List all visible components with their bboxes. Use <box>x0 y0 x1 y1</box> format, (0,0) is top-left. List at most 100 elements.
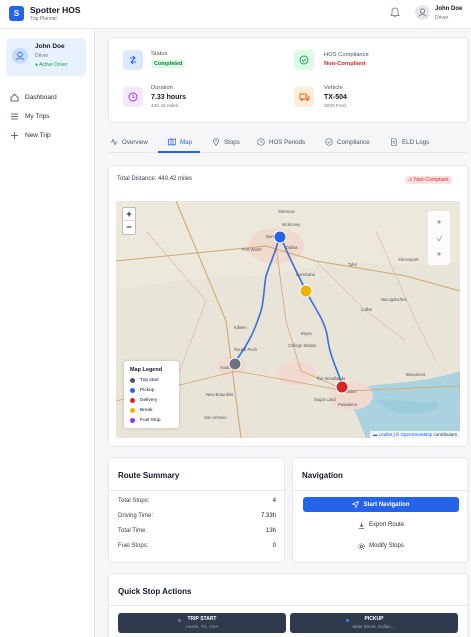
sidebar-item-label: New Trip <box>25 132 51 139</box>
document-icon <box>391 138 397 146</box>
total-distance: Total Distance: 440.42 miles <box>117 176 193 182</box>
legend-label: Pickup <box>140 388 155 393</box>
pickup-marker[interactable] <box>273 230 287 244</box>
attribution-tail: contributors <box>432 432 457 437</box>
legend-label: Delivery <box>140 398 158 403</box>
map-city-label: Beaumont <box>406 372 426 377</box>
sidebar-user-role: Driver <box>35 53 49 59</box>
status-badge: ● Active Driver <box>35 62 68 68</box>
truck-icon <box>299 93 309 101</box>
map-city-label: Corsicana <box>296 272 316 277</box>
button-label: Start Navigation <box>363 501 410 508</box>
row-value: 13h <box>265 528 276 534</box>
sidebar-item-dashboard[interactable]: Dashboard <box>10 93 57 102</box>
row-value: 0 <box>272 543 276 549</box>
map-city-label: The Woodlands <box>316 376 345 381</box>
row-label: Total Stops: <box>118 498 150 504</box>
tab-label: Stops <box>224 138 240 146</box>
legend-dot <box>130 388 135 393</box>
divider <box>109 490 286 491</box>
legend-dot <box>130 378 135 383</box>
notification-bell-icon[interactable] <box>390 7 400 18</box>
row-value: 7.33h <box>260 513 276 519</box>
map-city-label: Pasadena <box>338 402 358 407</box>
plus-icon <box>11 132 18 139</box>
check-circle-icon <box>325 138 333 146</box>
legend-dot <box>130 398 135 403</box>
map-city-label: Nacogdoches <box>381 297 407 302</box>
delivery-marker[interactable] <box>335 380 349 394</box>
button-label: Modify Stops <box>369 543 404 549</box>
user-icon <box>418 8 427 17</box>
avatar[interactable] <box>415 5 430 20</box>
route-map[interactable]: Denton McKinney Fort Worth Dallas Corsic… <box>116 201 460 438</box>
duration-value: 7.33 hours <box>151 94 187 101</box>
sidebar-user-name: John Doe <box>35 43 65 50</box>
tab-hos-periods[interactable]: HOS Periods <box>257 138 305 146</box>
legend-item-break: Break <box>130 408 153 413</box>
map-icon <box>168 138 176 146</box>
trip-start-marker[interactable] <box>228 357 242 371</box>
navigation-card: Navigation Start Navigation Export Route… <box>292 457 469 563</box>
map-attribution: ▬ Leaflet | © OpenStreetMap contributors <box>369 431 460 438</box>
tab-overview[interactable]: Overview <box>110 138 148 146</box>
legend-dot <box>130 418 135 423</box>
app-subtitle: Trip Planner <box>30 16 58 22</box>
legend-title: Map Legend <box>130 367 163 373</box>
tab-stops[interactable]: Stops <box>212 138 240 146</box>
quick-action-trip-start[interactable]: TRIP START Austin, TX, USA <box>118 613 286 633</box>
map-city-label: Round Rock <box>234 347 258 352</box>
row-value: 4 <box>272 498 276 504</box>
zoom-control: + − <box>122 207 136 235</box>
status-badge: Completed <box>151 60 186 68</box>
start-navigation-button[interactable]: Start Navigation <box>303 497 459 512</box>
active-tab-indicator <box>158 151 200 153</box>
status-label: Status <box>151 51 168 57</box>
pin-icon <box>213 138 219 146</box>
row-label: Driving Time: <box>118 513 154 519</box>
break-marker[interactable] <box>299 284 313 298</box>
legend-dot <box>130 408 135 413</box>
tab-eld-logs[interactable]: ELD Logs <box>390 138 429 146</box>
tab-label: HOS Periods <box>269 138 306 146</box>
flag-icon: ▬ <box>372 432 378 437</box>
modify-stops-button[interactable]: Modify Stops <box>303 539 459 553</box>
zoom-out-button[interactable]: − <box>123 221 135 234</box>
legend-item-fuel-stop: Fuel Stop <box>130 418 161 423</box>
tab-compliance[interactable]: Compliance <box>325 138 370 146</box>
location-icon[interactable] <box>428 211 450 265</box>
map-city-label: Bryan <box>301 331 313 336</box>
legend-item-trip-start: Trip start <box>130 378 159 383</box>
map-city-label: Tyler <box>348 262 358 267</box>
header-user-role: Driver <box>435 15 449 21</box>
sidebar-item-label: My Trips <box>25 113 50 120</box>
navigation-title: Navigation <box>302 471 343 480</box>
duration-icon-box <box>123 87 143 107</box>
route-summary-card: Route Summary Total Stops: 4 Driving Time… <box>108 457 286 563</box>
legend-label: Trip start <box>140 378 159 383</box>
sidebar-item-my-trips[interactable]: My Trips <box>10 112 50 121</box>
zoom-in-button[interactable]: + <box>123 208 135 221</box>
sidebar: John Doe Driver ● Active Driver Dashboar… <box>0 29 95 637</box>
quick-action-pickup[interactable]: PICKUP Main Street, Dallas,... <box>290 613 458 633</box>
map-city-label: San Antonio <box>204 415 227 420</box>
summary-row-fuel-stops: Fuel Stops: 0 <box>118 543 276 549</box>
tab-label: ELD Logs <box>402 138 430 146</box>
divider <box>293 490 469 491</box>
route-summary-title: Route Summary <box>118 471 180 480</box>
osm-link[interactable]: OpenStreetMap <box>400 432 432 437</box>
check-circle-icon <box>299 55 309 65</box>
sidebar-item-new-trip[interactable]: New Trip <box>10 131 51 140</box>
export-route-button[interactable]: Export Route <box>303 518 459 532</box>
leaflet-link[interactable]: Leaflet <box>379 432 393 437</box>
summary-row-total-stops: Total Stops: 4 <box>118 498 276 504</box>
summary-row-driving-time: Driving Time: 7.33h <box>118 513 276 519</box>
tab-map[interactable]: Map <box>168 138 192 146</box>
legend-item-pickup: Pickup <box>130 388 154 393</box>
pulse-icon <box>110 138 118 146</box>
user-icon <box>16 51 24 61</box>
hos-compliance-value: Non-Compliant <box>324 61 366 67</box>
vehicle-value: TX-504 <box>324 94 347 101</box>
app-logo[interactable]: S <box>9 6 24 21</box>
avatar <box>12 48 28 64</box>
